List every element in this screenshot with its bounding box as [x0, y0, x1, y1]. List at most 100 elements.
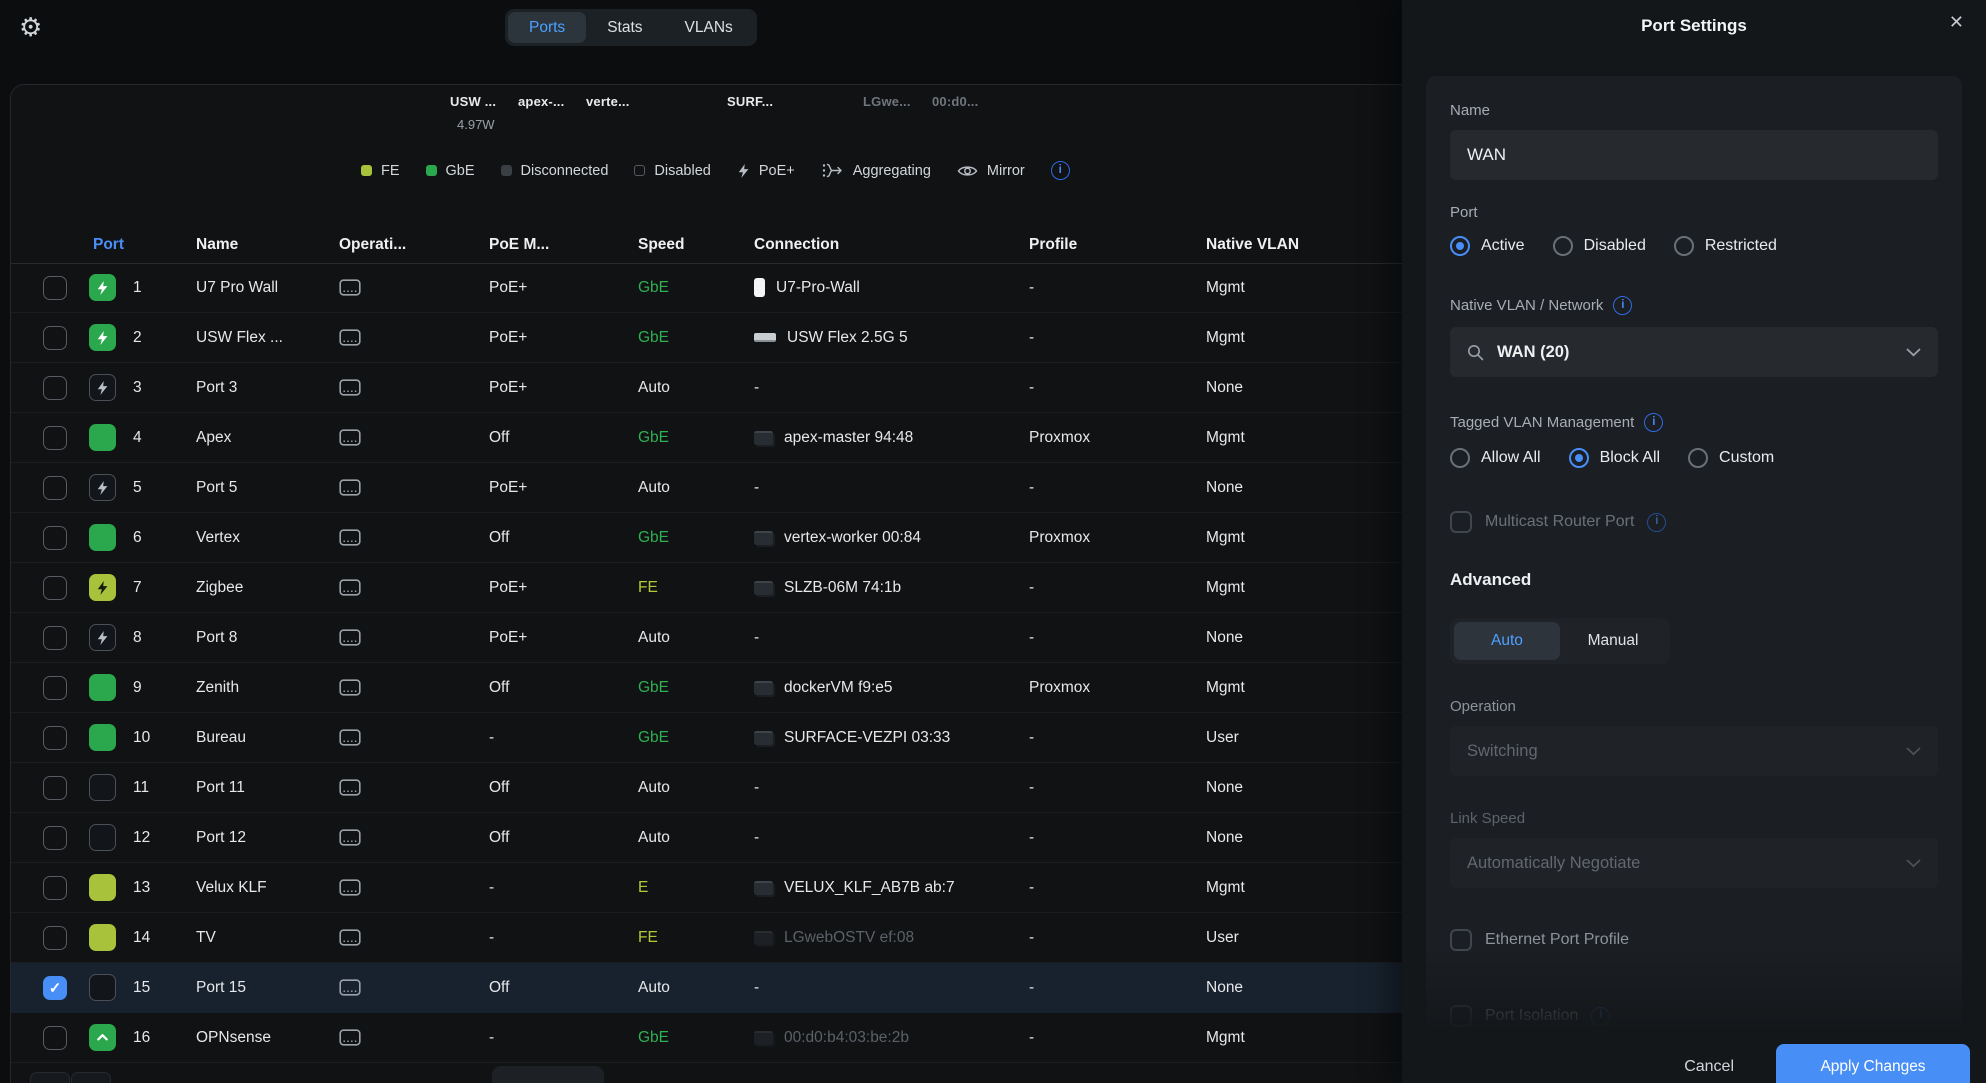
poe-mode: PoE+: [489, 313, 527, 362]
table-row[interactable]: 14TV-FELGwebOSTV ef:08-User: [11, 913, 1403, 963]
radio-allow-all[interactable]: Allow All: [1450, 448, 1541, 468]
mode-manual[interactable]: Manual: [1560, 622, 1666, 660]
operation-icon: [339, 463, 361, 512]
info-icon[interactable]: i: [1613, 296, 1632, 315]
table-row[interactable]: 10Bureau-GbESURFACE-VEZPI 03:33-User: [11, 713, 1403, 763]
table-row[interactable]: 11Port 11OffAuto--None: [11, 763, 1403, 813]
radio-block-all[interactable]: Block All: [1569, 448, 1660, 468]
row-checkbox[interactable]: [43, 676, 67, 700]
ethernet-port-profile-checkbox[interactable]: [1450, 929, 1472, 951]
pagination-next-button[interactable]: [71, 1072, 111, 1083]
column-header-profile[interactable]: Profile: [1029, 226, 1077, 263]
table-row[interactable]: 5Port 5PoE+Auto--None: [11, 463, 1403, 513]
table-row[interactable]: 2USW Flex ...PoE+GbEUSW Flex 2.5G 5-Mgmt: [11, 313, 1403, 363]
radio-active[interactable]: Active: [1450, 236, 1525, 256]
port-name: Port 3: [196, 363, 237, 412]
table-row[interactable]: 8Port 8PoE+Auto--None: [11, 613, 1403, 663]
switch-device-icon: [339, 829, 361, 846]
row-checkbox[interactable]: [43, 326, 67, 350]
row-checkbox[interactable]: [43, 626, 67, 650]
info-icon[interactable]: i: [1051, 161, 1070, 180]
client-device-icon: [754, 431, 773, 445]
client-device-icon: [754, 931, 773, 945]
row-checkbox[interactable]: [43, 776, 67, 800]
row-checkbox[interactable]: [43, 376, 67, 400]
apply-changes-button[interactable]: Apply Changes: [1776, 1044, 1970, 1083]
cancel-button[interactable]: Cancel: [1684, 1058, 1734, 1076]
row-checkbox[interactable]: [43, 276, 67, 300]
radio-custom[interactable]: Custom: [1688, 448, 1774, 468]
port-number: 9: [133, 663, 142, 712]
pagination-prev-button[interactable]: [30, 1072, 70, 1083]
legend-item-info[interactable]: i: [1051, 161, 1070, 180]
column-header-operati[interactable]: Operati...: [339, 226, 406, 263]
multicast-checkbox[interactable]: [1450, 511, 1472, 533]
table-row[interactable]: 1U7 Pro WallPoE+GbEU7-Pro-Wall-Mgmt: [11, 263, 1403, 313]
tab-vlans[interactable]: VLANs: [664, 12, 754, 43]
info-icon[interactable]: i: [1591, 1007, 1610, 1026]
table-header: Port Name Operati... PoE M... Speed Connectio…: [11, 226, 1403, 264]
chevron-down-icon: [1906, 348, 1921, 357]
legend-item-aggregating: Aggregating: [821, 162, 931, 179]
name-input[interactable]: WAN: [1450, 130, 1938, 180]
table-row[interactable]: 9ZenithOffGbEdockerVM f9:e5ProxmoxMgmt: [11, 663, 1403, 713]
info-icon[interactable]: i: [1644, 413, 1663, 432]
port-name: Velux KLF: [196, 863, 267, 912]
table-row[interactable]: 16OPNsense-GbE00:d0:b4:03:be:2b-Mgmt: [11, 1013, 1403, 1063]
client-device-icon: [754, 881, 773, 895]
tab-stats[interactable]: Stats: [586, 12, 663, 43]
column-header-native-vlan[interactable]: Native VLAN: [1206, 226, 1299, 263]
row-checkbox-cell: [43, 263, 67, 312]
table-row[interactable]: 4ApexOffGbEapex-master 94:48ProxmoxMgmt: [11, 413, 1403, 463]
native-vlan-select[interactable]: WAN (20): [1450, 327, 1938, 377]
port-number: 12: [133, 813, 150, 862]
port-isolation-checkbox[interactable]: [1450, 1005, 1472, 1027]
row-checkbox[interactable]: ✓: [43, 976, 67, 1000]
tab-ports[interactable]: Ports: [508, 12, 586, 43]
port-name: Port 5: [196, 463, 237, 512]
row-checkbox[interactable]: [43, 826, 67, 850]
port-status-cell: [89, 713, 116, 762]
mode-auto[interactable]: Auto: [1454, 622, 1560, 660]
row-checkbox-cell: [43, 1013, 67, 1062]
link-speed-label: Link Speed: [1450, 810, 1938, 828]
column-header-connection[interactable]: Connection: [754, 226, 839, 263]
port-number: 3: [133, 363, 142, 412]
radio-disabled[interactable]: Disabled: [1553, 236, 1646, 256]
row-checkbox-cell: [43, 313, 67, 362]
row-checkbox[interactable]: [43, 926, 67, 950]
table-row[interactable]: 3Port 3PoE+Auto--None: [11, 363, 1403, 413]
port-status-cell: [89, 813, 116, 862]
row-checkbox[interactable]: [43, 576, 67, 600]
row-checkbox[interactable]: [43, 876, 67, 900]
tagged-vlan-label: Tagged VLAN Management: [1450, 414, 1634, 432]
row-checkbox-cell: [43, 613, 67, 662]
close-icon[interactable]: ✕: [1949, 13, 1964, 31]
row-checkbox[interactable]: [43, 526, 67, 550]
table-row[interactable]: 6VertexOffGbEvertex-worker 00:84ProxmoxM…: [11, 513, 1403, 563]
port-number: 10: [133, 713, 150, 762]
column-header-name[interactable]: Name: [196, 226, 238, 263]
table-row[interactable]: 7ZigbeePoE+FESLZB-06M 74:1b-Mgmt: [11, 563, 1403, 613]
row-checkbox-cell: ✓: [43, 963, 67, 1012]
column-header-poe-m[interactable]: PoE M...: [489, 226, 549, 263]
info-icon[interactable]: i: [1647, 513, 1666, 532]
switch-device-icon: [339, 279, 361, 296]
client-device-icon: [754, 581, 773, 595]
table-row[interactable]: ✓15Port 15OffAuto--None: [11, 963, 1403, 1013]
column-header-port[interactable]: Port: [93, 226, 124, 263]
client-device-icon: [754, 531, 773, 545]
row-checkbox[interactable]: [43, 426, 67, 450]
row-checkbox[interactable]: [43, 726, 67, 750]
row-checkbox[interactable]: [43, 476, 67, 500]
operation-icon: [339, 763, 361, 812]
row-checkbox[interactable]: [43, 1026, 67, 1050]
page-size-selector[interactable]: [492, 1066, 604, 1083]
table-row[interactable]: 13Velux KLF-EVELUX_KLF_AB7B ab:7-Mgmt: [11, 863, 1403, 913]
settings-gear-icon[interactable]: ⚙: [19, 14, 42, 40]
radio-restricted[interactable]: Restricted: [1674, 236, 1777, 256]
table-row[interactable]: 12Port 12OffAuto--None: [11, 813, 1403, 863]
port-status-cell: [89, 613, 116, 662]
column-header-speed[interactable]: Speed: [638, 226, 685, 263]
native-vlan: Mgmt: [1206, 413, 1245, 462]
